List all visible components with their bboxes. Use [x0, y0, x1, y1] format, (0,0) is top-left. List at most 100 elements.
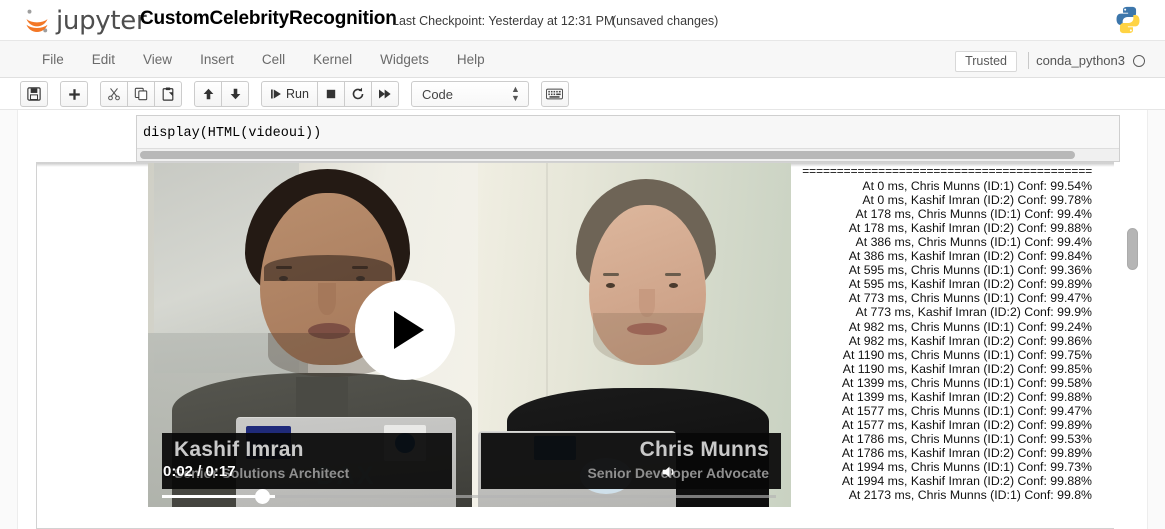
log-line: At 2173 ms, Chris Munns (ID:1) Conf: 99.… [848, 488, 1092, 503]
menu-items: File Edit View Insert Cell Kernel Widget… [28, 41, 499, 78]
scrollbar-thumb[interactable] [1127, 228, 1138, 270]
arrow-down-icon [230, 88, 240, 100]
person-left-nose [318, 283, 336, 315]
fast-forward-icon [378, 89, 391, 99]
log-line: At 386 ms, Kashif Imran (ID:2) Conf: 99.… [848, 249, 1092, 264]
menu-file[interactable]: File [28, 48, 78, 71]
kernel-separator [1028, 52, 1029, 69]
toolbar-groups: Run Code ▲ ▼ [20, 81, 581, 107]
cell-type-value: Code [421, 86, 454, 102]
person-right-brow-r [665, 273, 681, 276]
code-cell-source[interactable]: display(HTML(videoui)) [143, 126, 321, 141]
notebook-name[interactable]: CustomCelebrityRecognition [140, 8, 397, 30]
toolbar-group-save [20, 81, 48, 107]
cell-type-select[interactable]: Code ▲ ▼ [410, 81, 529, 107]
move-cell-up-button[interactable] [194, 81, 222, 107]
video-progress-handle[interactable] [255, 489, 270, 504]
log-line: At 1190 ms, Chris Munns (ID:1) Conf: 99.… [842, 347, 1092, 362]
log-line: At 1399 ms, Kashif Imran (ID:2) Conf: 99… [841, 389, 1092, 404]
menu-widgets[interactable]: Widgets [366, 48, 443, 71]
person-right-eye-r [669, 283, 678, 288]
jupyter-logo-icon [26, 9, 48, 33]
trusted-badge[interactable]: Trusted [955, 51, 1017, 72]
person-right-eye-l [606, 283, 615, 288]
unsaved-changes-label: (unsaved changes) [612, 14, 719, 28]
play-button[interactable] [355, 280, 455, 380]
menu-insert[interactable]: Insert [186, 48, 248, 71]
move-cell-down-button[interactable] [221, 81, 249, 107]
log-line: At 0 ms, Kashif Imran (ID:2) Conf: 99.78… [862, 193, 1092, 208]
floppy-disk-icon [27, 87, 41, 101]
log-line: At 595 ms, Chris Munns (ID:1) Conf: 99.3… [848, 263, 1092, 278]
restart-kernel-button[interactable] [343, 81, 372, 107]
page-margin-right [1147, 110, 1165, 529]
log-line: At 0 ms, Chris Munns (ID:1) Conf: 99.54% [862, 179, 1092, 194]
log-line: At 1190 ms, Kashif Imran (ID:2) Conf: 99… [842, 361, 1092, 376]
keyboard-icon [546, 88, 564, 100]
notebook-header: jupyter CustomCelebrityRecognition Last … [0, 0, 1165, 41]
video-timecode: 0:02 / 0:17 [163, 463, 236, 480]
open-command-palette-button[interactable] [540, 81, 569, 107]
person-right-brow-l [603, 273, 619, 276]
log-line: At 1994 ms, Kashif Imran (ID:2) Conf: 99… [841, 474, 1092, 489]
menu-cell[interactable]: Cell [248, 48, 299, 71]
cut-cells-button[interactable] [100, 81, 128, 107]
paste-cells-button[interactable] [154, 81, 182, 107]
stop-square-icon [326, 89, 336, 99]
menu-kernel[interactable]: Kernel [299, 48, 366, 71]
person-left-eye-r [356, 276, 365, 281]
restart-icon [352, 87, 364, 100]
toolbar-group-palette [540, 81, 569, 107]
log-line: At 386 ms, Chris Munns (ID:1) Conf: 99.4… [855, 235, 1092, 250]
toolbar-group-insert [60, 81, 88, 107]
person-left-eye-l [279, 276, 288, 281]
play-triangle-icon [394, 311, 424, 349]
lower-third-right-name: Chris Munns [639, 438, 769, 461]
person-right-stubble [593, 313, 703, 365]
cell-output-area: DAX Kashif Imran Senior Solutions Archit… [36, 162, 1114, 529]
run-icon [271, 89, 281, 99]
copy-cells-button[interactable] [127, 81, 155, 107]
toolbar-group-run: Run [261, 81, 399, 107]
menu-help[interactable]: Help [443, 48, 499, 71]
log-line: At 178 ms, Kashif Imran (ID:2) Conf: 99.… [848, 221, 1092, 236]
volume-icon[interactable] [660, 463, 678, 481]
copy-icon [134, 87, 148, 101]
plus-icon [68, 88, 80, 100]
kernel-name-label[interactable]: conda_python3 [1036, 53, 1125, 68]
log-line: At 1399 ms, Chris Munns (ID:1) Conf: 99.… [841, 375, 1092, 390]
lower-third-left-name: Kashif Imran [174, 438, 304, 461]
last-checkpoint-label: Last Checkpoint: Yesterday at 12:31 PM [392, 14, 615, 28]
log-line: At 595 ms, Kashif Imran (ID:2) Conf: 99.… [848, 277, 1092, 292]
output-vertical-scrollbar[interactable] [1127, 222, 1138, 529]
menu-bar: File Edit View Insert Cell Kernel Widget… [0, 41, 1165, 78]
restart-run-all-button[interactable] [370, 81, 399, 107]
scrollbar-thumb[interactable] [140, 151, 1075, 159]
log-line: At 773 ms, Chris Munns (ID:1) Conf: 99.4… [848, 291, 1092, 306]
page-margin-left [0, 110, 18, 529]
log-line: At 1577 ms, Chris Munns (ID:1) Conf: 99.… [841, 403, 1092, 418]
video-player[interactable]: DAX Kashif Imran Senior Solutions Archit… [148, 163, 791, 507]
kernel-idle-circle-icon [1133, 55, 1145, 67]
log-line: At 1786 ms, Chris Munns (ID:1) Conf: 99.… [841, 431, 1092, 446]
scissors-icon [108, 88, 120, 101]
insert-cell-below-button[interactable] [60, 81, 88, 107]
interrupt-kernel-button[interactable] [316, 81, 345, 107]
run-cell-button[interactable]: Run [261, 81, 318, 107]
jupyter-wordmark: jupyter [56, 6, 147, 36]
video-controls[interactable]: 0:02 / 0:17 [148, 463, 791, 507]
arrow-up-icon [203, 88, 213, 100]
code-cell-horizontal-scrollbar[interactable] [137, 148, 1119, 161]
toolbar-group-clipboard [100, 81, 182, 107]
menu-edit[interactable]: Edit [78, 48, 129, 71]
notebook-body: display(HTML(videoui)) Kashif Imran Seni… [0, 110, 1165, 529]
log-line: At 1786 ms, Kashif Imran (ID:2) Conf: 99… [841, 445, 1092, 460]
log-line: At 773 ms, Kashif Imran (ID:2) Conf: 99.… [855, 305, 1092, 320]
save-checkpoint-button[interactable] [20, 81, 48, 107]
run-button-label: Run [286, 87, 309, 101]
log-line: At 1994 ms, Chris Munns (ID:1) Conf: 99.… [841, 459, 1092, 474]
menu-view[interactable]: View [129, 48, 186, 71]
code-cell[interactable]: display(HTML(videoui)) [136, 115, 1120, 162]
toolbar-group-move [194, 81, 249, 107]
person-left-brow-r [352, 266, 368, 269]
